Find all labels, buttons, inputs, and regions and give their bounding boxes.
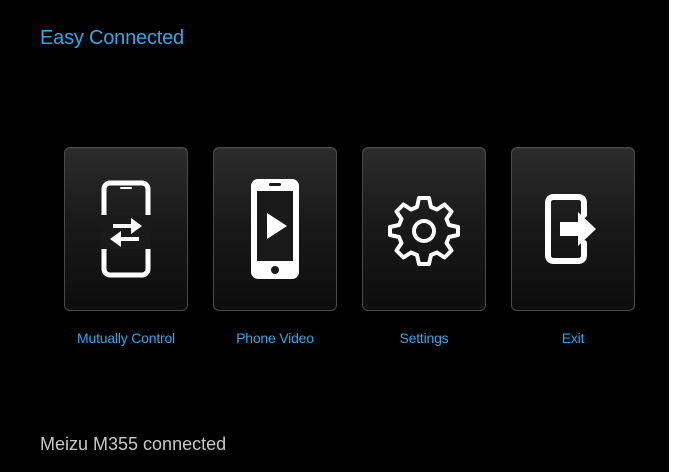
phone-play-icon	[251, 179, 299, 279]
exit-icon	[545, 194, 596, 264]
app-title: Easy Connected	[40, 27, 184, 49]
settings-button[interactable]	[362, 147, 486, 311]
mutually-control-button[interactable]	[64, 147, 188, 311]
phone-video-label[interactable]: Phone Video	[213, 330, 337, 346]
app-screen: Easy Connected Mutually Control Phone Vi…	[0, 0, 669, 472]
mutually-control-label[interactable]: Mutually Control	[64, 330, 188, 346]
phone-transfer-icon	[101, 180, 151, 278]
exit-label[interactable]: Exit	[511, 330, 635, 346]
settings-label[interactable]: Settings	[362, 330, 486, 346]
connection-status: Meizu M355 connected	[40, 434, 227, 454]
exit-button[interactable]	[511, 147, 635, 311]
phone-video-button[interactable]	[213, 147, 337, 311]
gear-icon	[388, 196, 460, 266]
window-edge	[669, 0, 678, 472]
